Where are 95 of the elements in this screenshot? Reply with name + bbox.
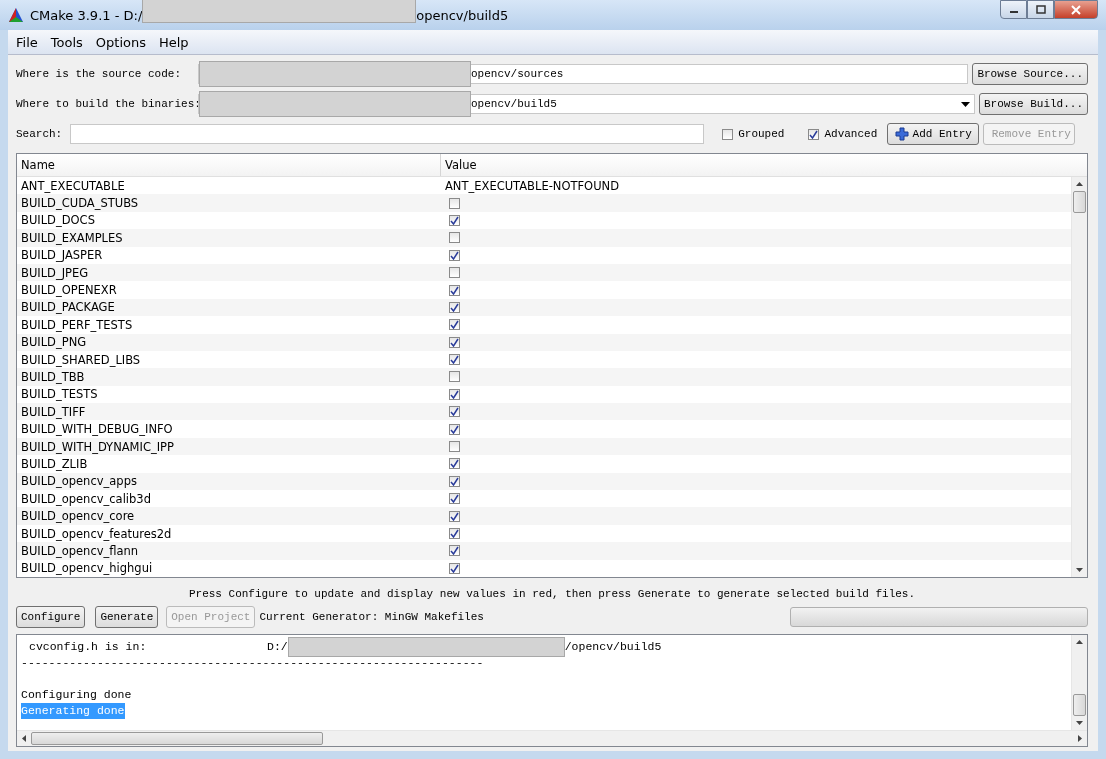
close-button[interactable] [1054, 0, 1098, 19]
table-cell-text: BUILD_TESTS [20, 387, 99, 402]
checkbox[interactable] [449, 510, 460, 522]
checkbox[interactable] [449, 249, 460, 261]
checkbox[interactable] [449, 371, 460, 383]
table-cell-text: BUILD_PACKAGE [20, 300, 116, 315]
checkbox-label: Advanced [824, 128, 878, 140]
source-label: Where is the source code: [16, 68, 183, 80]
table-cell-text: BUILD_OPENEXR [20, 283, 118, 298]
scroll-up-icon[interactable] [1076, 182, 1083, 186]
search-field[interactable] [70, 124, 705, 144]
table-cell: ANT_EXECUTABLE-NOTFOUND [445, 178, 620, 193]
checkbox[interactable] [449, 475, 460, 487]
browse-build-button[interactable]: Browse Build... [978, 93, 1088, 115]
build-dropdown[interactable]: opencv/build5 [198, 94, 975, 114]
table-cell-text: BUILD_JASPER [20, 248, 104, 263]
checkbox[interactable] [449, 528, 460, 539]
column-header[interactable]: Value [441, 154, 477, 176]
scrollbar-thumb[interactable] [31, 732, 323, 745]
menu-item[interactable]: File [16, 34, 38, 50]
triangle-logo-icon [8, 7, 24, 23]
checkbox[interactable] [449, 545, 460, 557]
checkbox[interactable] [449, 441, 460, 453]
menu-item[interactable]: Options [95, 34, 146, 50]
table-cell-text: BUILD_ZLIB [20, 456, 89, 471]
scroll-right-icon[interactable] [1078, 735, 1082, 742]
log-line: D:/ [267, 639, 288, 655]
log-line: /opencv/build5 [564, 639, 662, 655]
checkbox[interactable] [449, 406, 460, 418]
source-field[interactable]: opencv/sources [198, 64, 969, 84]
minimize-button[interactable] [1000, 0, 1027, 19]
table-cell-text: BUILD_PERF_TESTS [20, 317, 134, 332]
log-line: ------------------------------------------------------------------- [21, 655, 484, 671]
checkbox[interactable] [449, 284, 460, 296]
search-label: Search: [16, 128, 63, 140]
scrollbar[interactable] [1071, 177, 1087, 577]
checkbox[interactable] [449, 493, 460, 505]
menu-item[interactable]: Help [158, 34, 189, 50]
window-title: CMake 3.9.1 - D:/ [30, 7, 143, 23]
checkbox[interactable] [449, 267, 460, 279]
checkbox[interactable] [449, 336, 460, 348]
table-cell-text: BUILD_opencv_features2d [20, 526, 173, 541]
column-header[interactable]: Name [17, 154, 441, 176]
generator-label: Current Generator: MinGW Makefiles [259, 611, 484, 623]
checkbox[interactable] [722, 128, 734, 140]
scrollbar[interactable] [1071, 635, 1087, 730]
table-cell-text: BUILD_opencv_flann [20, 543, 140, 558]
table-cell-text: BUILD_PNG [20, 335, 88, 350]
checkbox[interactable] [449, 458, 460, 470]
checkbox[interactable] [449, 423, 460, 435]
checkbox[interactable] [449, 388, 460, 400]
scrollbar[interactable] [17, 730, 1087, 746]
table-cell-text: BUILD_opencv_apps [20, 474, 138, 489]
window-title: opencv/build5 [416, 7, 509, 23]
scroll-down-icon[interactable] [1076, 721, 1083, 725]
maximize-icon [1035, 5, 1046, 14]
table-cell-text: BUILD_SHARED_LIBS [20, 352, 142, 367]
checkbox[interactable] [449, 301, 460, 313]
checkbox[interactable] [449, 562, 460, 574]
table-cell-text: BUILD_opencv_calib3d [20, 491, 152, 506]
table-cell-text: BUILD_EXAMPLES [20, 230, 124, 245]
table-cell-text: BUILD_JPEG [20, 265, 90, 280]
table-cell-text: BUILD_WITH_DEBUG_INFO [20, 422, 174, 437]
scroll-left-icon[interactable] [22, 735, 26, 742]
checkbox[interactable] [449, 232, 460, 244]
plus-icon [894, 127, 909, 141]
table-cell-text: BUILD_TBB [20, 370, 86, 384]
table-cell-text: BUILD_TIFF [20, 404, 87, 419]
table-cell-text: BUILD_opencv_core [20, 509, 136, 524]
action-button[interactable]: Configure [16, 606, 86, 628]
table-cell-text: BUILD_WITH_DYNAMIC_IPP [20, 439, 175, 454]
table-cell-text: BUILD_DOCS [20, 213, 96, 228]
log-line: cvconfig.h is in: [28, 639, 148, 655]
close-icon [1071, 4, 1081, 15]
checkbox[interactable] [449, 319, 460, 331]
log-line: Configuring done [21, 687, 132, 703]
checkbox[interactable] [449, 214, 460, 226]
table-cell-text: BUILD_opencv_highgui [20, 561, 154, 576]
maximize-button[interactable] [1027, 0, 1054, 19]
table-cell-text: BUILD_CUDA_STUBS [20, 196, 140, 211]
browse-source-button[interactable]: Browse Source... [972, 63, 1088, 85]
checkbox-label: Grouped [738, 128, 785, 140]
hint-text: Press Configure to update and display new values in red, then press Generate to generate selected build files. [187, 588, 917, 600]
menu-item[interactable]: Tools [50, 34, 83, 50]
scrollbar-thumb[interactable] [1073, 191, 1086, 213]
scroll-down-icon[interactable] [1076, 568, 1083, 572]
table-cell-text: ANT_EXECUTABLE [20, 178, 126, 193]
add-entry-button[interactable]: Add Entry [887, 123, 980, 145]
scroll-up-icon[interactable] [1076, 640, 1083, 644]
checkbox[interactable] [449, 197, 460, 209]
action-button[interactable]: Generate [95, 606, 159, 628]
checkbox[interactable] [808, 128, 820, 140]
caret-icon [960, 101, 970, 107]
checkbox[interactable] [449, 354, 460, 366]
scrollbar-thumb[interactable] [1073, 694, 1086, 716]
